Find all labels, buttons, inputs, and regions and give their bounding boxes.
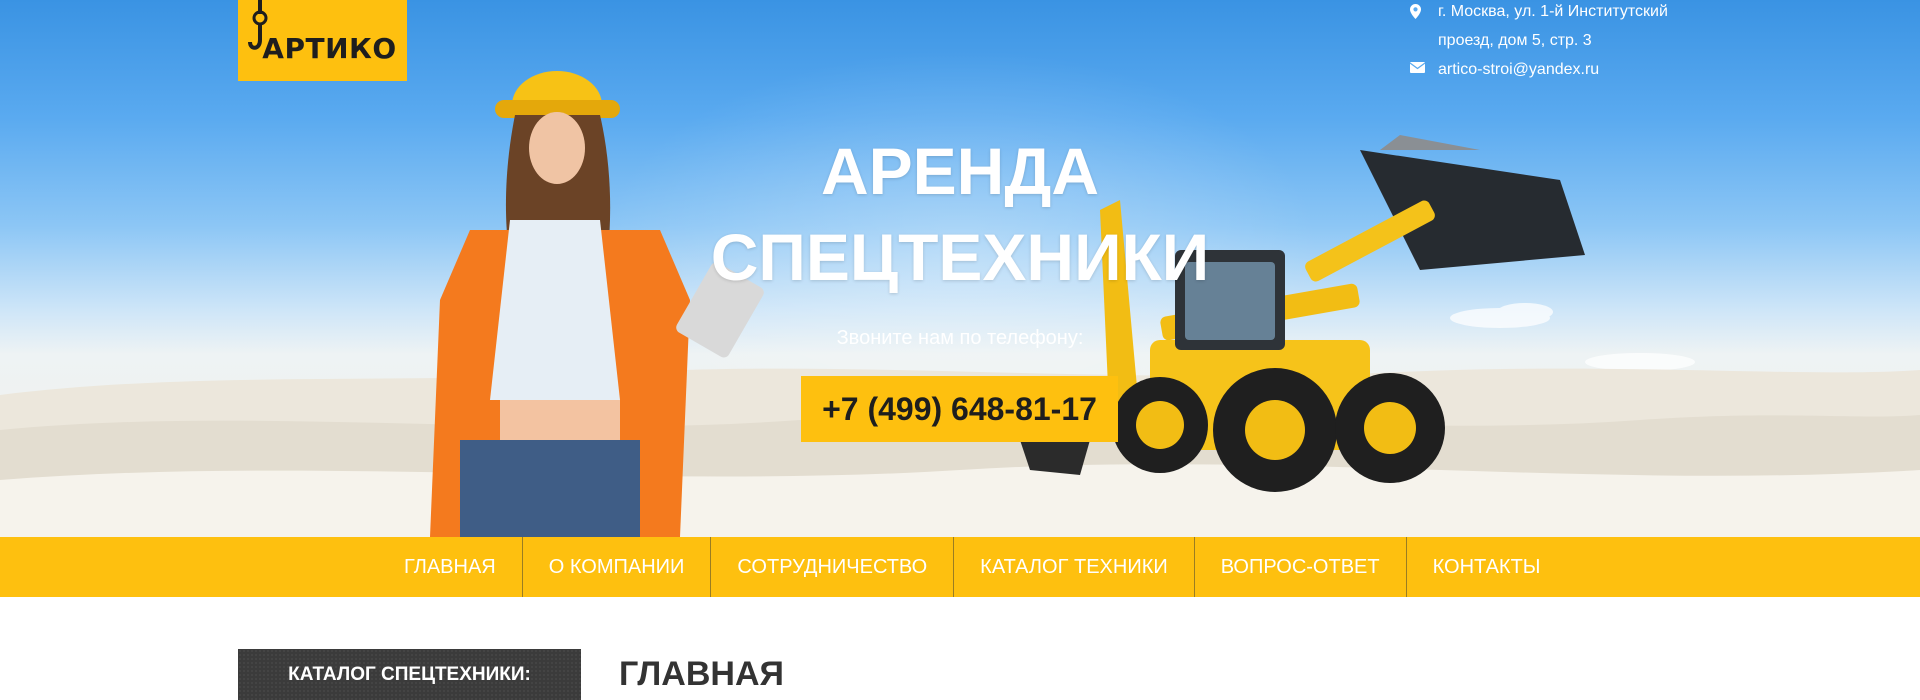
headline-line-2: СПЕЦТЕХНИКИ [710,220,1210,294]
page-title: ГЛАВНАЯ [619,655,784,693]
logo[interactable]: АРТИКО [238,0,407,81]
email-link[interactable]: artico-stroi@yandex.ru [1438,55,1599,84]
call-label: Звоните нам по телефону: [836,327,1084,349]
hero-headline: АРЕНДА СПЕЦТЕХНИКИ [660,128,1260,300]
nav-item-about[interactable]: О КОМПАНИИ [523,537,711,597]
envelope-icon [1410,55,1438,73]
catalog-sidebar-header: КАТАЛОГ СПЕЦТЕХНИКИ: [238,649,581,700]
phone-button[interactable]: +7 (499) 648-81-17 [801,376,1118,442]
nav-item-cooperation[interactable]: СОТРУДНИЧЕСТВО [711,537,953,597]
main-navigation: ГЛАВНАЯ О КОМПАНИИ СОТРУДНИЧЕСТВО КАТАЛО… [0,537,1920,597]
logo-text: АРТИКО [262,32,397,65]
headline-line-1: АРЕНДА [820,134,1100,208]
address-line-1: г. Москва, ул. 1-й Институтский [1438,3,1668,20]
nav-item-home[interactable]: ГЛАВНАЯ [378,537,522,597]
hero-banner: АРТИКО г. Москва, ул. 1-й Институтский п… [0,0,1920,537]
address-row: г. Москва, ул. 1-й Институтский проезд, … [1410,0,1668,55]
nav-item-contacts[interactable]: КОНТАКТЫ [1407,537,1567,597]
crane-hook-icon [248,0,268,50]
location-pin-icon [1410,0,1438,19]
email-row[interactable]: artico-stroi@yandex.ru [1410,55,1668,84]
nav-item-catalog[interactable]: КАТАЛОГ ТЕХНИКИ [954,537,1194,597]
header-contacts: г. Москва, ул. 1-й Институтский проезд, … [1410,0,1668,84]
nav-item-faq[interactable]: ВОПРОС-ОТВЕТ [1195,537,1406,597]
address-line-2: проезд, дом 5, стр. 3 [1438,32,1592,49]
